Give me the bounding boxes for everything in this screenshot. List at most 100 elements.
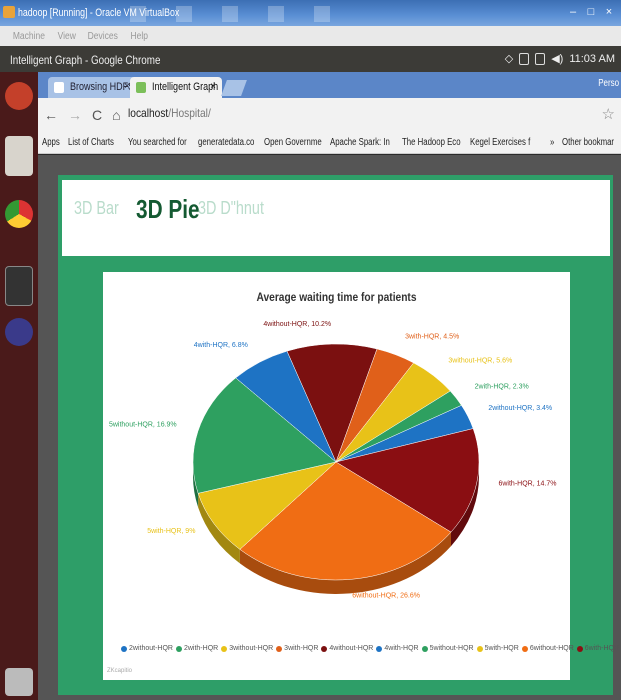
bookmark-you-searched[interactable]: You searched for <box>128 137 187 148</box>
legend-item[interactable]: 2with-HQR <box>175 645 219 652</box>
slice-label: 6with-HQR, 14.7% <box>498 481 556 488</box>
legend-label: 3without-HQR <box>229 645 274 652</box>
bookmark-generatedata[interactable]: generatedata.co <box>198 137 254 148</box>
legend-marker-icon <box>576 645 583 652</box>
home-icon[interactable]: ⌂ <box>112 107 120 123</box>
trash-icon[interactable] <box>5 668 33 696</box>
unity-launcher <box>0 72 38 700</box>
nav-3d-bar[interactable]: 3D Bar <box>74 198 119 219</box>
terminal-icon[interactable] <box>5 266 33 306</box>
window-title: Intelligent Graph - Google Chrome <box>10 53 161 67</box>
legend-item[interactable]: 4with-HQR <box>376 645 419 652</box>
tab-close-icon[interactable]: × <box>210 81 216 92</box>
slice-label: 5with-HQR, 9% <box>147 528 195 535</box>
legend-label: 4without-HQR <box>329 645 374 652</box>
legend-marker-icon <box>521 645 528 652</box>
bookmark-list-of-charts[interactable]: List of Charts <box>68 137 114 148</box>
menu-view[interactable]: View <box>57 31 75 42</box>
pie-chart: 4without-HQR, 10.2% 3with-HQR, 4.5% 3witho… <box>109 321 557 599</box>
bookmark-hadoop-eco[interactable]: The Hadoop Eco <box>402 137 461 148</box>
legend-marker-icon <box>421 645 428 652</box>
slice-label: 3without-HQR, 5.6% <box>448 357 512 364</box>
legend-marker-icon <box>321 645 328 652</box>
bookmark-apps[interactable]: Apps <box>42 137 60 148</box>
tab-strip: Browsing HDFS × Intelligent Graph × Pers… <box>38 72 621 98</box>
wifi-icon[interactable]: ◇ <box>505 52 513 65</box>
legend-label: 6with-HQR <box>584 645 620 652</box>
slice-label: 2without-HQR, 3.4% <box>488 405 552 412</box>
vm-menu-bar: Machine View Devices Help <box>0 26 621 46</box>
slice-label: 6without-HQR, 26.6% <box>352 592 420 599</box>
legend-label: 4with-HQR <box>384 645 419 652</box>
battery-icon[interactable] <box>535 52 546 65</box>
bookmarks-overflow[interactable]: » <box>550 137 554 148</box>
chrome-icon[interactable] <box>5 200 33 228</box>
legend-marker-icon <box>276 645 283 652</box>
legend-item[interactable]: 3without-HQR <box>221 645 273 652</box>
bookmarks-bar: Apps List of Charts You searched for gen… <box>38 132 621 154</box>
chart-card: Average waiting time for patients 4witho… <box>103 272 619 680</box>
bookmark-other[interactable]: Other bookmar <box>562 137 614 148</box>
chart-type-nav: 3D Bar 3D Pie 3D D"hnut <box>62 180 610 256</box>
menu-help[interactable]: Help <box>130 31 147 42</box>
profile-button[interactable]: Perso <box>598 78 619 89</box>
legend-marker-icon <box>476 645 483 652</box>
menu-devices[interactable]: Devices <box>88 31 118 42</box>
slice-label: 2with-HQR, 2.3% <box>475 383 529 390</box>
legend-label: 2without-HQR <box>129 645 173 652</box>
legend-marker-icon <box>175 645 182 652</box>
legend-marker-icon <box>221 645 228 652</box>
legend-marker-icon <box>376 645 383 652</box>
legend-label: 5with-HQR <box>484 645 519 652</box>
volume-icon[interactable]: ◀) <box>551 52 563 65</box>
legend-item[interactable]: 3with-HQR <box>276 645 318 652</box>
bookmark-star-icon[interactable]: ☆ <box>602 105 615 123</box>
back-icon[interactable]: ← <box>44 107 58 123</box>
legend-label: 6without-HQR <box>529 645 574 652</box>
url-path: /Hospital/ <box>168 106 211 120</box>
legend-label: 5without-HQR <box>429 645 474 652</box>
dash-icon[interactable] <box>5 82 33 110</box>
menu-machine[interactable]: Machine <box>13 31 45 42</box>
keyboard-icon[interactable] <box>519 52 530 65</box>
system-tray: ◇ ◀) 11:03 AM <box>505 52 615 65</box>
tab-intelligent-graph[interactable]: Intelligent Graph × <box>130 77 222 98</box>
legend-item[interactable]: 6with-HQR <box>576 645 620 652</box>
maximize-icon[interactable]: □ <box>583 4 599 20</box>
legend-item[interactable]: 5with-HQR <box>476 645 519 652</box>
tab-browsing-hdfs[interactable]: Browsing HDFS × <box>48 77 136 98</box>
toolbar: ← → C ⌂ localhost/Hospital/ ☆ <box>38 98 621 132</box>
eclipse-icon[interactable] <box>5 318 33 346</box>
legend-item[interactable]: 5without-HQR <box>421 645 474 652</box>
bookmark-open-government[interactable]: Open Governme <box>264 137 322 148</box>
leaf-icon <box>136 82 146 93</box>
nav-3d-donut[interactable]: 3D D"hnut <box>198 198 264 219</box>
files-icon[interactable] <box>5 136 33 176</box>
slice-label: 3with-HQR, 4.5% <box>405 334 459 341</box>
virtualbox-icon <box>3 6 15 18</box>
bookmark-kegel[interactable]: Kegel Exercises f <box>470 137 530 148</box>
slice-label: 4without-HQR, 10.2% <box>263 321 331 328</box>
chart-credit: ZKcapitio <box>107 668 133 674</box>
legend-marker-icon <box>121 645 127 652</box>
legend-item[interactable]: 2without-HQR <box>121 645 173 652</box>
page-icon <box>54 82 64 93</box>
legend-label: 3with-HQR <box>284 645 319 652</box>
chart-legend: 2without-HQR 2with-HQR 3without-HQR 3with-H… <box>121 645 619 652</box>
close-icon[interactable]: × <box>601 4 617 20</box>
new-tab-button[interactable] <box>221 80 247 96</box>
title-bar-decoration <box>130 6 330 22</box>
slice-label: 5without-HQR, 16.9% <box>109 422 177 429</box>
legend-item[interactable]: 6without-HQR <box>521 645 574 652</box>
forward-icon[interactable]: → <box>68 107 82 123</box>
legend-item[interactable]: 4without-HQR <box>321 645 373 652</box>
nav-3d-pie[interactable]: 3D Pie <box>136 194 200 225</box>
url-host: localhost <box>128 106 169 120</box>
address-bar[interactable]: localhost/Hospital/ <box>128 106 211 120</box>
minimize-icon[interactable]: – <box>565 4 581 20</box>
vm-title-bar: hadoop [Running] - Oracle VM VirtualBox … <box>0 0 621 26</box>
clock[interactable]: 11:03 AM <box>569 53 615 65</box>
legend-label: 2with-HQR <box>183 645 219 652</box>
reload-icon[interactable]: C <box>92 107 102 123</box>
bookmark-apache-spark[interactable]: Apache Spark: In <box>330 137 390 148</box>
